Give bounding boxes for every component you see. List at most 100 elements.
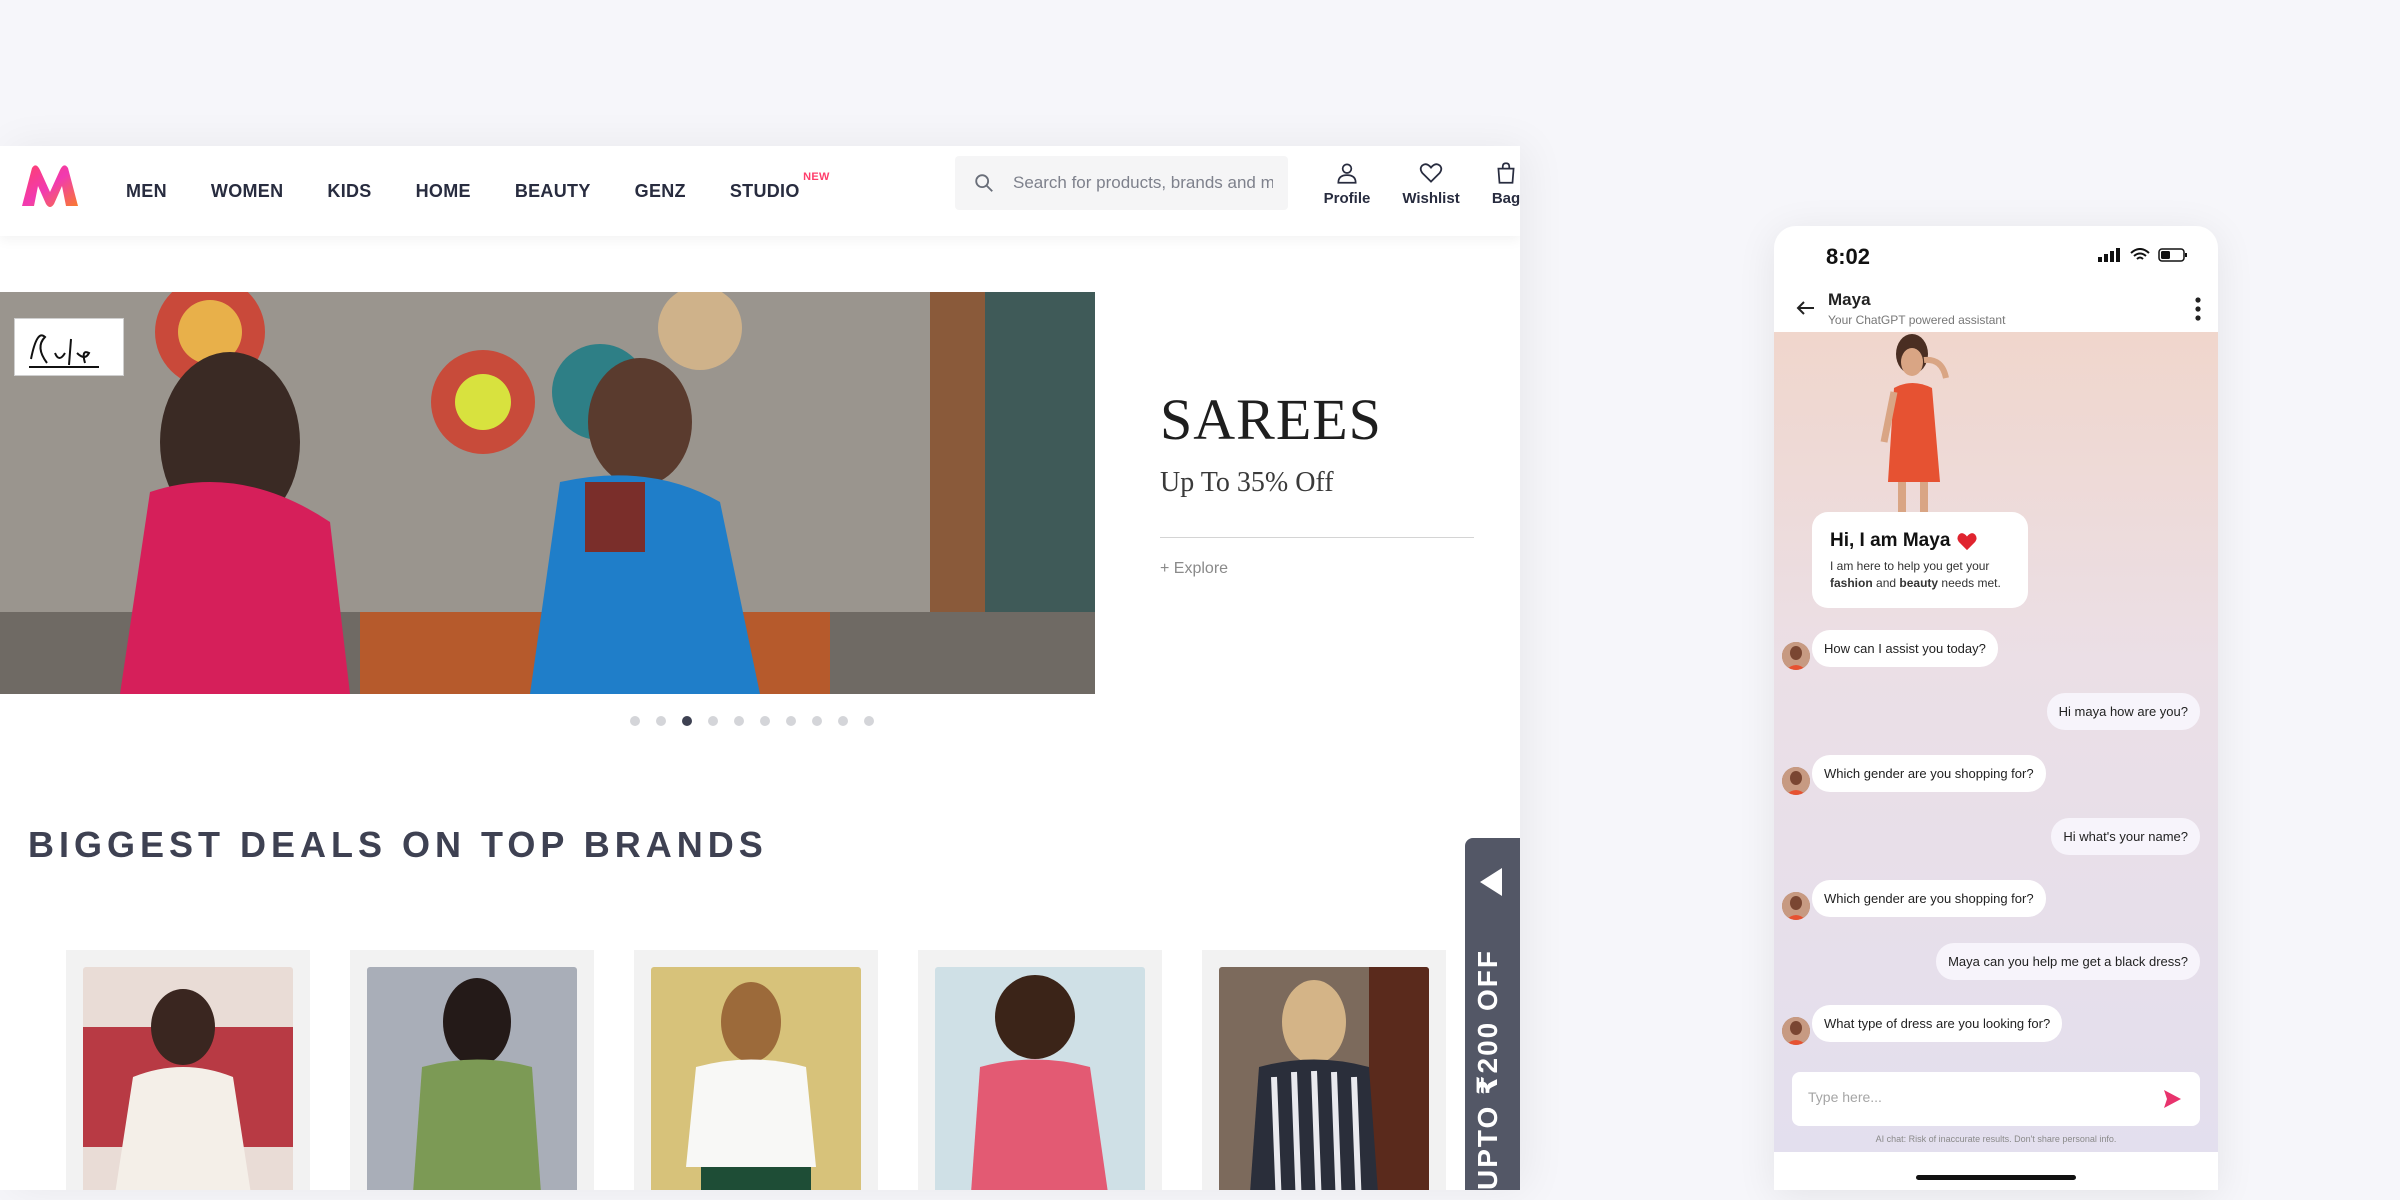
carousel-dots [630, 716, 874, 726]
brand-deal-card[interactable] [918, 950, 1162, 1190]
status-time: 8:02 [1826, 244, 1871, 269]
home-indicator [1916, 1175, 2076, 1180]
product-image [1219, 967, 1429, 1190]
explore-link[interactable]: + Explore [1160, 560, 1480, 578]
maya-avatar-image [1782, 767, 1810, 795]
user-message: Hi maya how are you? [2046, 692, 2200, 730]
search-input[interactable] [1013, 173, 1273, 193]
product-image [83, 967, 293, 1190]
desktop-site: MEN WOMEN KIDS HOME BEAUTY GENZ STUDIO N… [0, 146, 1520, 1190]
brand-deals-row [66, 950, 1446, 1190]
signal-icon [2098, 248, 2120, 262]
nav-studio[interactable]: STUDIO NEW [729, 171, 830, 202]
intro-beauty: beauty [1899, 576, 1939, 591]
more-vertical-icon[interactable] [2194, 296, 2202, 322]
send-icon[interactable] [2160, 1087, 2184, 1111]
bot-message: What type of dress are you looking for? [1812, 1005, 2063, 1042]
bag-button[interactable]: Bag [1478, 160, 1520, 207]
search-icon [975, 174, 993, 192]
carousel-dot[interactable] [734, 716, 744, 726]
carousel-dot[interactable] [760, 716, 770, 726]
carousel-dot[interactable] [838, 716, 848, 726]
profile-button[interactable]: Profile [1310, 160, 1384, 207]
heart-icon [1957, 533, 1977, 551]
deals-section-title: BIGGEST DEALS ON TOP BRANDS [28, 824, 768, 865]
intro-text: I am here to help you get your fashion a… [1830, 558, 2010, 593]
nav-men[interactable]: MEN [126, 181, 167, 202]
banner-title: SAREES [1160, 387, 1382, 452]
banner-divider [1160, 537, 1474, 538]
carousel-dot[interactable] [786, 716, 796, 726]
ai-disclaimer: AI chat: Risk of inaccurate results. Don… [1875, 1134, 2117, 1144]
brand-deal-card[interactable] [350, 950, 594, 1190]
user-message: Hi what's your name? [2051, 817, 2200, 855]
intro-and: and [1876, 576, 1897, 591]
nav-kids[interactable]: KIDS [327, 181, 371, 202]
nav-home[interactable]: HOME [416, 181, 471, 202]
brand-logo-badge [14, 318, 124, 376]
bot-message: Which gender are you shopping for? [1812, 880, 2046, 917]
carousel-dot[interactable] [656, 716, 666, 726]
banner-copy: SAREES Up To 35% Off + Explore [1160, 386, 1480, 578]
maya-avatar-image [1782, 1017, 1810, 1045]
nav-women[interactable]: WOMEN [211, 181, 284, 202]
intro-title: Hi, I am Maya [1830, 530, 2010, 552]
maya-avatar [1782, 642, 1810, 670]
intro-fashion: fashion [1830, 576, 1873, 591]
bag-label: Bag [1491, 190, 1520, 207]
chat-thread: Hi, I am Maya I am here to help you get … [1774, 332, 2218, 1152]
wifi-icon [2130, 248, 2150, 260]
brand-signature-logo [29, 334, 99, 368]
nav-genz[interactable]: GENZ [635, 181, 686, 202]
search-bar[interactable] [955, 156, 1288, 210]
wishlist-label: Wishlist [1402, 190, 1460, 207]
message-input[interactable] [1808, 1089, 2148, 1105]
carousel-dot[interactable] [708, 716, 718, 726]
carousel-dot[interactable] [864, 716, 874, 726]
maya-avatar-image [1782, 642, 1810, 670]
collapse-arrow-icon [1480, 868, 1502, 896]
intro-line-1: I am here to help you get your [1830, 559, 1990, 573]
battery-icon [2158, 248, 2187, 262]
status-icons [2098, 248, 2188, 262]
bot-message: How can I assist you today? [1812, 630, 1998, 667]
maya-chat-phone: 8:02 Maya Your ChatGPT powered assistant… [1774, 226, 2218, 1190]
user-message: Maya can you help me get a black dress? [1936, 942, 2200, 980]
main-nav: MEN WOMEN KIDS HOME BEAUTY GENZ STUDIO N… [126, 146, 844, 236]
maya-avatar-figure [1880, 334, 1949, 514]
intro-card: Hi, I am Maya I am here to help you get … [1812, 512, 2028, 608]
nav-beauty[interactable]: BEAUTY [515, 181, 591, 202]
offer-side-tab[interactable]: UPTO ₹200 OFF [1465, 838, 1520, 1190]
hero-banner-image[interactable] [0, 292, 1095, 694]
back-arrow-icon[interactable] [1794, 296, 1818, 320]
banner-subtitle: Up To 35% Off [1160, 467, 1334, 498]
brand-deal-card[interactable] [66, 950, 310, 1190]
offer-side-tab-label: UPTO ₹200 OFF [1472, 948, 1503, 1190]
bot-message: Which gender are you shopping for? [1812, 755, 2046, 792]
assistant-name: Maya [1828, 290, 1871, 309]
maya-avatar-image [1782, 892, 1810, 920]
status-bar: 8:02 [1774, 226, 2218, 284]
carousel-dot[interactable] [682, 716, 692, 726]
carousel-dot[interactable] [812, 716, 822, 726]
profile-label: Profile [1323, 190, 1371, 207]
product-image [651, 967, 861, 1190]
intro-end: needs met. [1941, 576, 2001, 591]
maya-avatar [1782, 767, 1810, 795]
maya-avatar [1782, 892, 1810, 920]
brand-deal-card[interactable] [1202, 950, 1446, 1190]
banner-photo [0, 292, 1095, 694]
profile-icon [1337, 163, 1357, 184]
intro-title-text: Hi, I am Maya [1830, 530, 1951, 551]
carousel-dot[interactable] [630, 716, 640, 726]
message-composer [1792, 1072, 2200, 1126]
bag-icon [1497, 162, 1515, 184]
wishlist-button[interactable]: Wishlist [1394, 160, 1468, 207]
chat-header: Maya Your ChatGPT powered assistant [1774, 284, 2218, 332]
myntra-logo[interactable] [18, 162, 82, 210]
brand-deal-card[interactable] [634, 950, 878, 1190]
nav-studio-label: STUDIO [729, 180, 800, 201]
maya-avatar [1782, 1017, 1810, 1045]
top-navigation-bar: MEN WOMEN KIDS HOME BEAUTY GENZ STUDIO N… [0, 146, 1520, 236]
wishlist-heart-icon [1419, 163, 1443, 183]
